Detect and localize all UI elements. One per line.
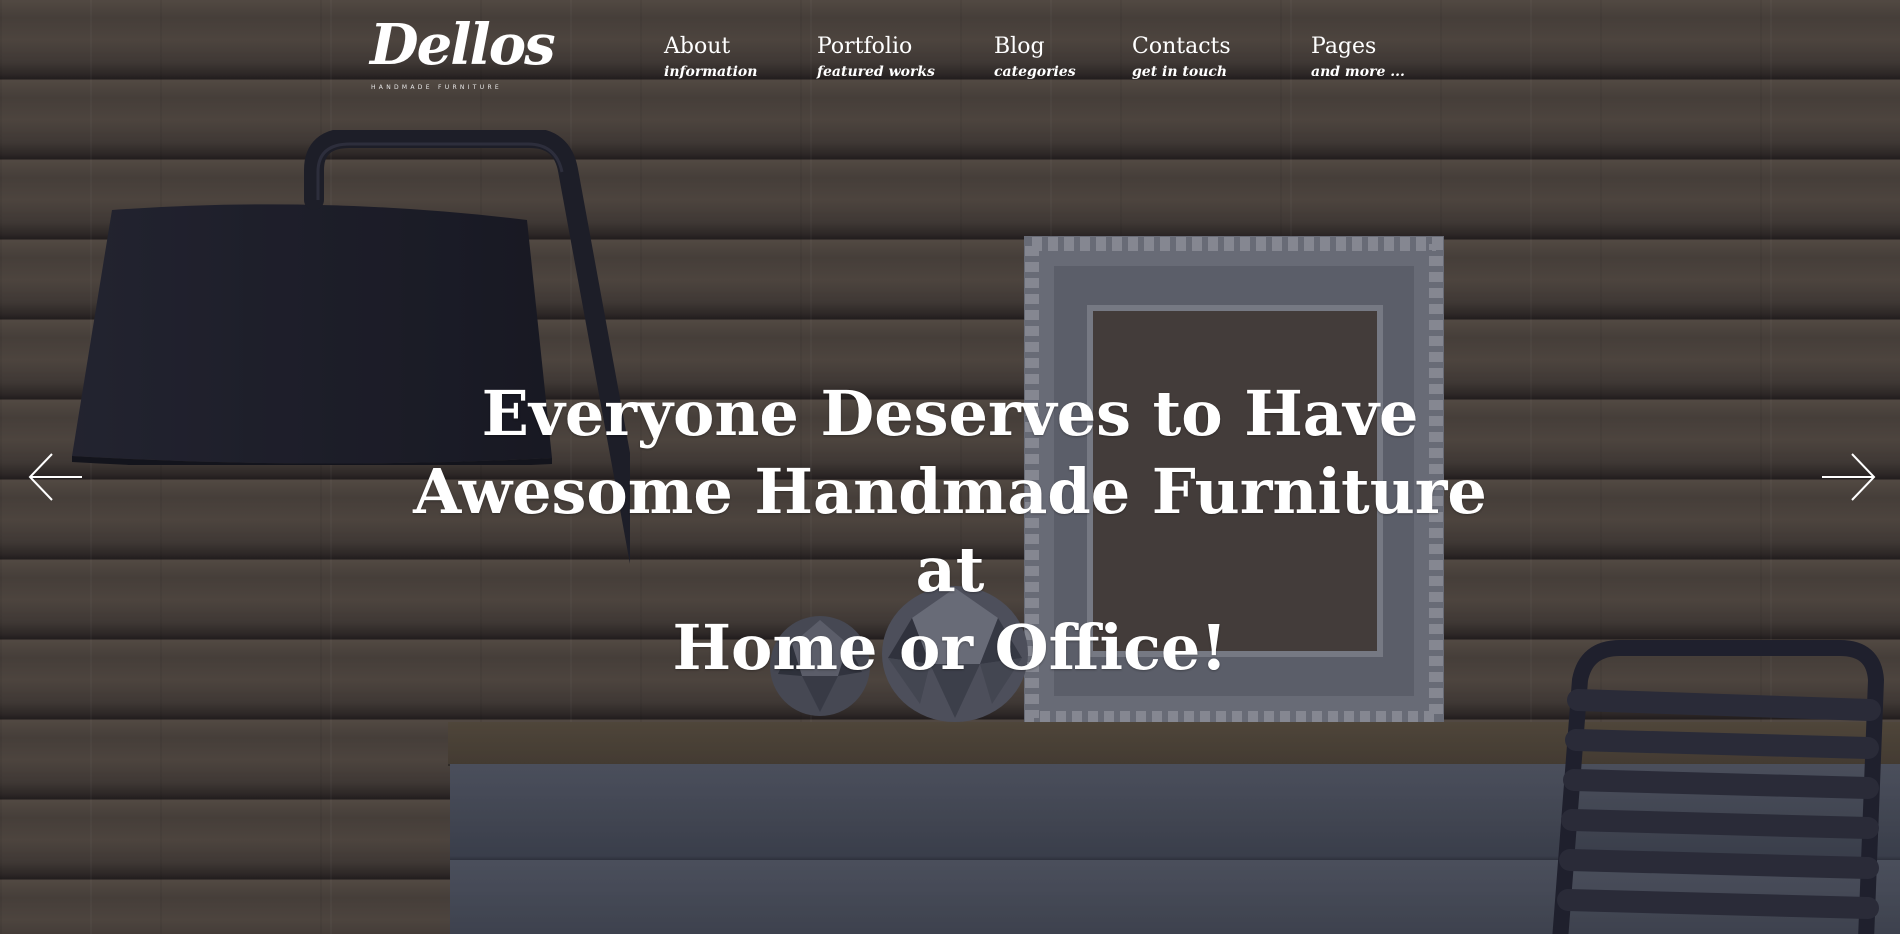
nav-item-about[interactable]: About information (664, 32, 757, 82)
nav-item-title: Portfolio (817, 34, 913, 59)
hero-headline-line: Everyone Deserves to Have (481, 377, 1419, 450)
nav-item-portfolio[interactable]: Portfolio featured works (817, 32, 935, 82)
nav-item-subtitle: categories (994, 64, 1076, 80)
slider-prev-button[interactable] (28, 452, 84, 502)
slider-next-button[interactable] (1820, 452, 1876, 502)
nav-item-title: Contacts (1132, 34, 1231, 59)
chair-image (1552, 640, 1885, 934)
nav-item-subtitle: and more ... (1311, 64, 1405, 80)
nav-item-subtitle: information (664, 64, 758, 80)
brand-logo[interactable]: Dellos HANDMADE FURNITURE (370, 8, 556, 91)
nav-item-pages[interactable]: Pages and more ... (1311, 32, 1405, 82)
nav-item-subtitle: featured works (817, 64, 935, 80)
brand-logo-wordmark: Dellos (370, 12, 556, 78)
arrow-right-icon (1822, 453, 1876, 501)
nav-item-subtitle: get in touch (1132, 64, 1228, 80)
nav-item-title: Pages (1311, 34, 1377, 59)
hero-headline-line: Home or Office! (672, 611, 1228, 684)
arrow-left-icon (28, 453, 82, 501)
nav-item-blog[interactable]: Blog categories (994, 32, 1076, 82)
hero-headline: Everyone Deserves to Have Awesome Handma… (400, 375, 1500, 687)
hero-headline-line: Awesome Handmade Furniture at (413, 455, 1487, 606)
brand-logo-tagline: HANDMADE FURNITURE (371, 84, 503, 91)
nav-item-contacts[interactable]: Contacts get in touch (1132, 32, 1231, 82)
hero-slider: Dellos HANDMADE FURNITURE About informat… (0, 0, 1900, 934)
nav-item-title: Blog (994, 34, 1045, 59)
nav-item-title: About (664, 34, 731, 59)
